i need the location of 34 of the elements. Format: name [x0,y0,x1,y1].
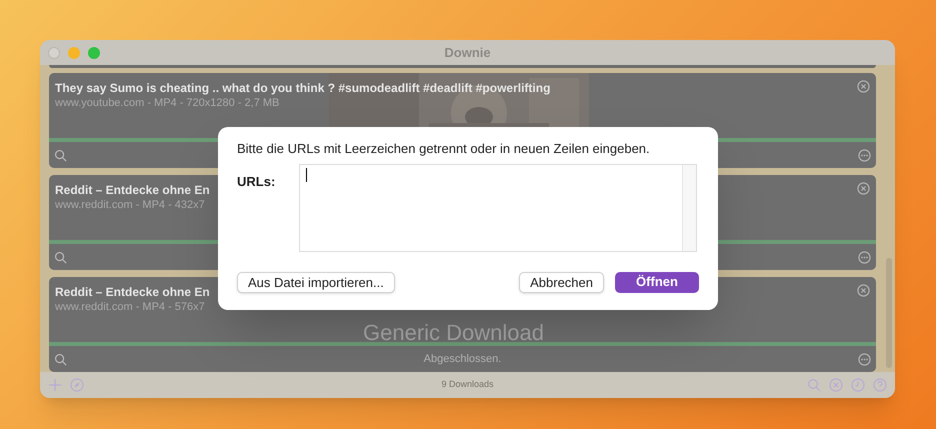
download-count: 9 Downloads [441,378,494,392]
window-title: Downie [444,44,491,62]
close-button[interactable] [48,47,60,59]
dialog-message: Bitte die URLs mit Leerzeichen getrennt oder in neuen Zeilen eingeben. [237,140,651,158]
more-icon[interactable] [858,148,871,162]
clock-icon[interactable] [851,378,865,392]
help-icon[interactable] [873,378,887,392]
search-icon[interactable] [54,352,67,366]
download-details: www.reddit.com - MP4 - 432x7 [55,198,205,213]
cancel-all-icon[interactable] [829,378,843,392]
urls-field[interactable] [299,164,697,252]
more-icon[interactable] [858,250,871,264]
remove-icon[interactable] [857,80,870,93]
download-details: www.youtube.com - MP4 - 720x1280 - 2,7 MB [55,96,280,111]
search-icon[interactable] [807,378,821,392]
download-status: Abgeschlossen. [424,352,502,367]
compass-icon[interactable] [70,378,84,392]
download-title: Reddit – Entdecke ohne En [55,182,210,199]
minimize-button[interactable] [68,47,80,59]
add-icon[interactable] [48,378,62,392]
remove-icon[interactable] [857,284,870,297]
urls-label: URLs: [237,172,276,190]
download-title: They say Sumo is cheating .. what do you think ? #sumodeadlift #deadlift #powerlifting [55,80,550,97]
remove-icon[interactable] [857,182,870,195]
import-button[interactable]: Aus Datei importieren... [237,272,395,292]
text-cursor [306,168,307,182]
download-title: Reddit – Entdecke ohne En [55,284,210,301]
more-icon[interactable] [858,352,871,366]
cancel-button[interactable]: Abbrechen [519,272,604,292]
open-button[interactable]: Öffnen [615,272,699,292]
download-details: www.reddit.com - MP4 - 576x7 [55,300,205,315]
search-icon[interactable] [54,148,67,162]
zoom-button[interactable] [88,47,100,59]
search-icon[interactable] [54,250,67,264]
